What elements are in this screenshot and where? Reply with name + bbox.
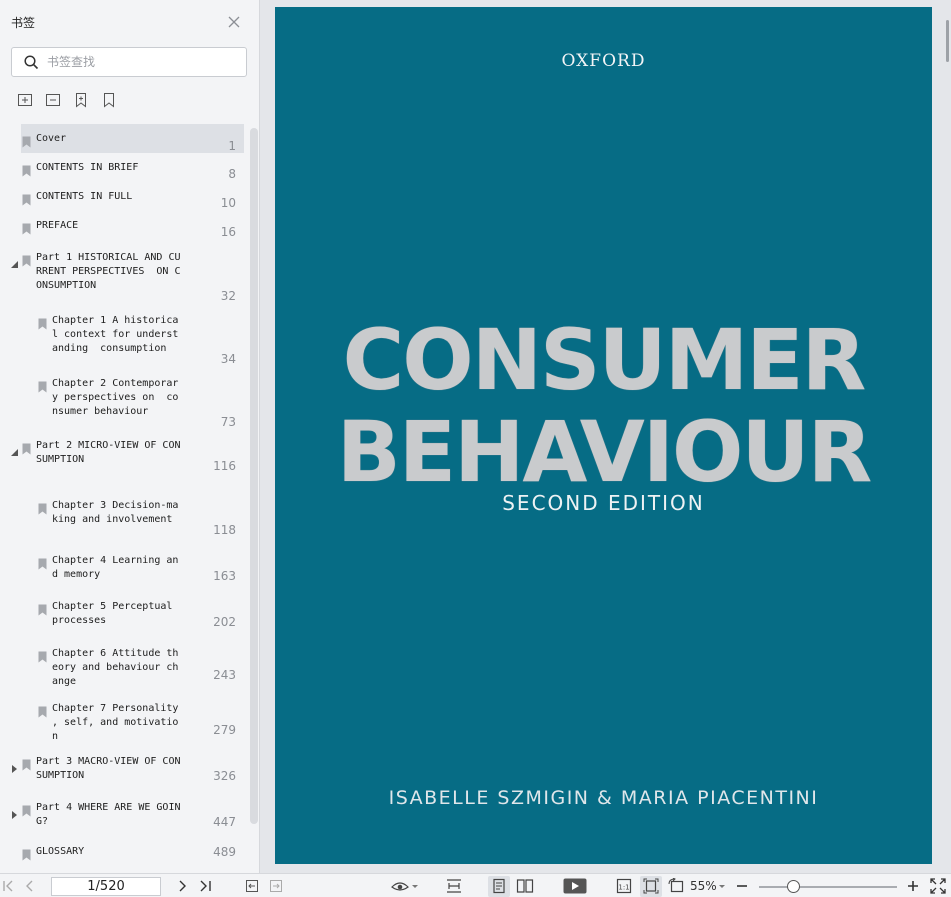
- zoom-slider-track[interactable]: [759, 886, 897, 888]
- bookmark-flag-icon: [22, 133, 31, 148]
- zoom-slider-knob[interactable]: [786, 880, 800, 893]
- bookmark-flag-icon: [38, 601, 47, 616]
- bookmark-flag-icon: [22, 846, 31, 861]
- svg-text:1:1: 1:1: [618, 884, 629, 892]
- sidebar-title: 书签: [11, 16, 36, 30]
- bookmark-label: PREFACE: [36, 220, 79, 231]
- bookmark-toolbar: [17, 92, 129, 108]
- next-page-icon[interactable]: [177, 878, 189, 894]
- eye-protection-icon[interactable]: [391, 878, 419, 894]
- publisher-logo: OXFORD: [561, 51, 646, 71]
- bookmark-flag-icon: [22, 191, 31, 206]
- bookmark-icon[interactable]: [101, 92, 117, 108]
- bookmark-flag-icon: [38, 500, 47, 515]
- bookmark-page-number: 326: [213, 769, 236, 783]
- bookmark-flag-icon: [38, 378, 47, 393]
- bookmark-flag-icon: [22, 756, 31, 771]
- sidebar-scrollbar[interactable]: [250, 128, 258, 824]
- bookmark-label: Chapter 1 A historica l context for unde…: [52, 315, 179, 354]
- pdf-reader-window: 书签 Cover1CONTENTS IN BRIEF8CONTENT: [0, 0, 951, 897]
- bookmark-page-number: 202: [213, 615, 236, 629]
- bookmark-flag-icon: [38, 555, 47, 570]
- book-edition: SECOND EDITION: [502, 491, 705, 515]
- expanded-caret-icon[interactable]: [11, 254, 19, 268]
- bookmark-label: Chapter 6 Attitude th eory and behaviour…: [52, 648, 179, 687]
- book-authors: ISABELLE SZMIGIN & MARIA PIACENTINI: [388, 787, 819, 809]
- zoom-level[interactable]: 55%: [690, 879, 717, 893]
- bookmark-label: Chapter 7 Personality , self, and motiva…: [52, 703, 179, 742]
- bookmark-flag-icon: [22, 440, 31, 455]
- bookmark-page-number: 163: [213, 569, 236, 583]
- bookmark-flag-icon: [38, 703, 47, 718]
- bookmark-flag-icon: [22, 162, 31, 177]
- search-icon: [24, 55, 39, 74]
- bookmark-label: Part 4 WHERE ARE WE GOIN G?: [36, 802, 181, 827]
- first-page-icon[interactable]: [2, 878, 14, 894]
- actual-size-icon[interactable]: 1:1: [616, 878, 632, 894]
- book-title-line-2: BEHAVIOUR: [336, 403, 873, 501]
- bookmark-label: CONTENTS IN BRIEF: [36, 162, 139, 173]
- bookmark-flag-icon: [38, 648, 47, 663]
- bookmark-page-number: 243: [213, 668, 236, 682]
- zoom-out-icon[interactable]: [736, 878, 748, 894]
- bookmark-search-box: [11, 47, 247, 77]
- add-bookmark-icon[interactable]: [73, 92, 89, 108]
- document-view: OXFORD CONSUMER BEHAVIOUR SECOND EDITION…: [262, 0, 951, 873]
- bookmark-page-number: 118: [213, 523, 236, 537]
- bookmark-label: Part 3 MACRO-VIEW OF CON SUMPTION: [36, 756, 181, 781]
- bookmark-page-number: 489: [213, 845, 236, 859]
- bookmark-label: Part 1 HISTORICAL AND CU RRENT PERSPECTI…: [36, 252, 181, 291]
- bookmark-page-number: 32: [220, 289, 236, 303]
- two-page-view-icon[interactable]: [516, 878, 534, 894]
- bookmark-page-number: 10: [220, 196, 236, 210]
- bookmark-page-number: 279: [213, 723, 236, 737]
- bookmark-page-number: 116: [213, 459, 236, 473]
- rotate-icon[interactable]: [668, 878, 686, 894]
- zoom-dropdown-icon[interactable]: [718, 878, 726, 894]
- fullscreen-icon[interactable]: [930, 878, 946, 894]
- collapsed-caret-icon[interactable]: [11, 804, 19, 819]
- bookmark-page-number: 1: [228, 139, 236, 153]
- close-icon[interactable]: [228, 16, 240, 28]
- bookmarks-sidebar: 书签 Cover1CONTENTS IN BRIEF8CONTENT: [0, 0, 260, 873]
- bookmark-page-number: 34: [220, 352, 236, 366]
- bookmark-page-number: 8: [228, 167, 236, 181]
- bookmark-flag-icon: [38, 315, 47, 330]
- bookmark-page-number: 447: [213, 815, 236, 829]
- bookmark-page-number: 73: [220, 415, 236, 429]
- collapsed-caret-icon[interactable]: [11, 758, 19, 773]
- status-bar: 1:1 55%: [0, 873, 951, 897]
- bookmark-search-input[interactable]: [47, 53, 237, 71]
- slideshow-icon[interactable]: [563, 878, 587, 894]
- zoom-in-icon[interactable]: [907, 878, 919, 894]
- bookmark-label: Part 2 MICRO-VIEW OF CON SUMPTION: [36, 440, 181, 465]
- document-scrollbar[interactable]: [946, 20, 949, 62]
- bookmark-label: Chapter 2 Contemporar y perspectives on …: [52, 378, 179, 417]
- fit-page-icon[interactable]: [643, 878, 659, 894]
- bookmark-flag-icon: [22, 220, 31, 235]
- go-back-icon[interactable]: [245, 878, 259, 894]
- book-title-line-1: CONSUMER: [342, 311, 867, 409]
- go-forward-icon[interactable]: [269, 878, 283, 894]
- bookmark-label: Chapter 5 Perceptual processes: [52, 601, 173, 626]
- bookmark-label: Chapter 4 Learning an d memory: [52, 555, 179, 580]
- single-page-view-icon[interactable]: [491, 878, 507, 894]
- fit-width-icon[interactable]: [445, 878, 463, 894]
- bookmark-label: GLOSSARY: [36, 846, 85, 857]
- last-page-icon[interactable]: [199, 878, 213, 894]
- expanded-caret-icon[interactable]: [11, 442, 19, 456]
- collapse-all-icon[interactable]: [45, 92, 61, 108]
- previous-page-icon[interactable]: [23, 878, 35, 894]
- bookmark-label: Cover: [36, 133, 67, 144]
- bookmark-label: CONTENTS IN FULL: [36, 191, 133, 202]
- bookmark-page-number: 16: [220, 225, 236, 239]
- bookmark-flag-icon: [22, 802, 31, 817]
- expand-all-icon[interactable]: [17, 92, 33, 108]
- bookmark-flag-icon: [22, 252, 31, 267]
- page-number-input[interactable]: [51, 877, 161, 896]
- bookmark-label: Chapter 3 Decision-ma king and involveme…: [52, 500, 179, 525]
- book-cover-page: OXFORD CONSUMER BEHAVIOUR SECOND EDITION…: [275, 7, 932, 864]
